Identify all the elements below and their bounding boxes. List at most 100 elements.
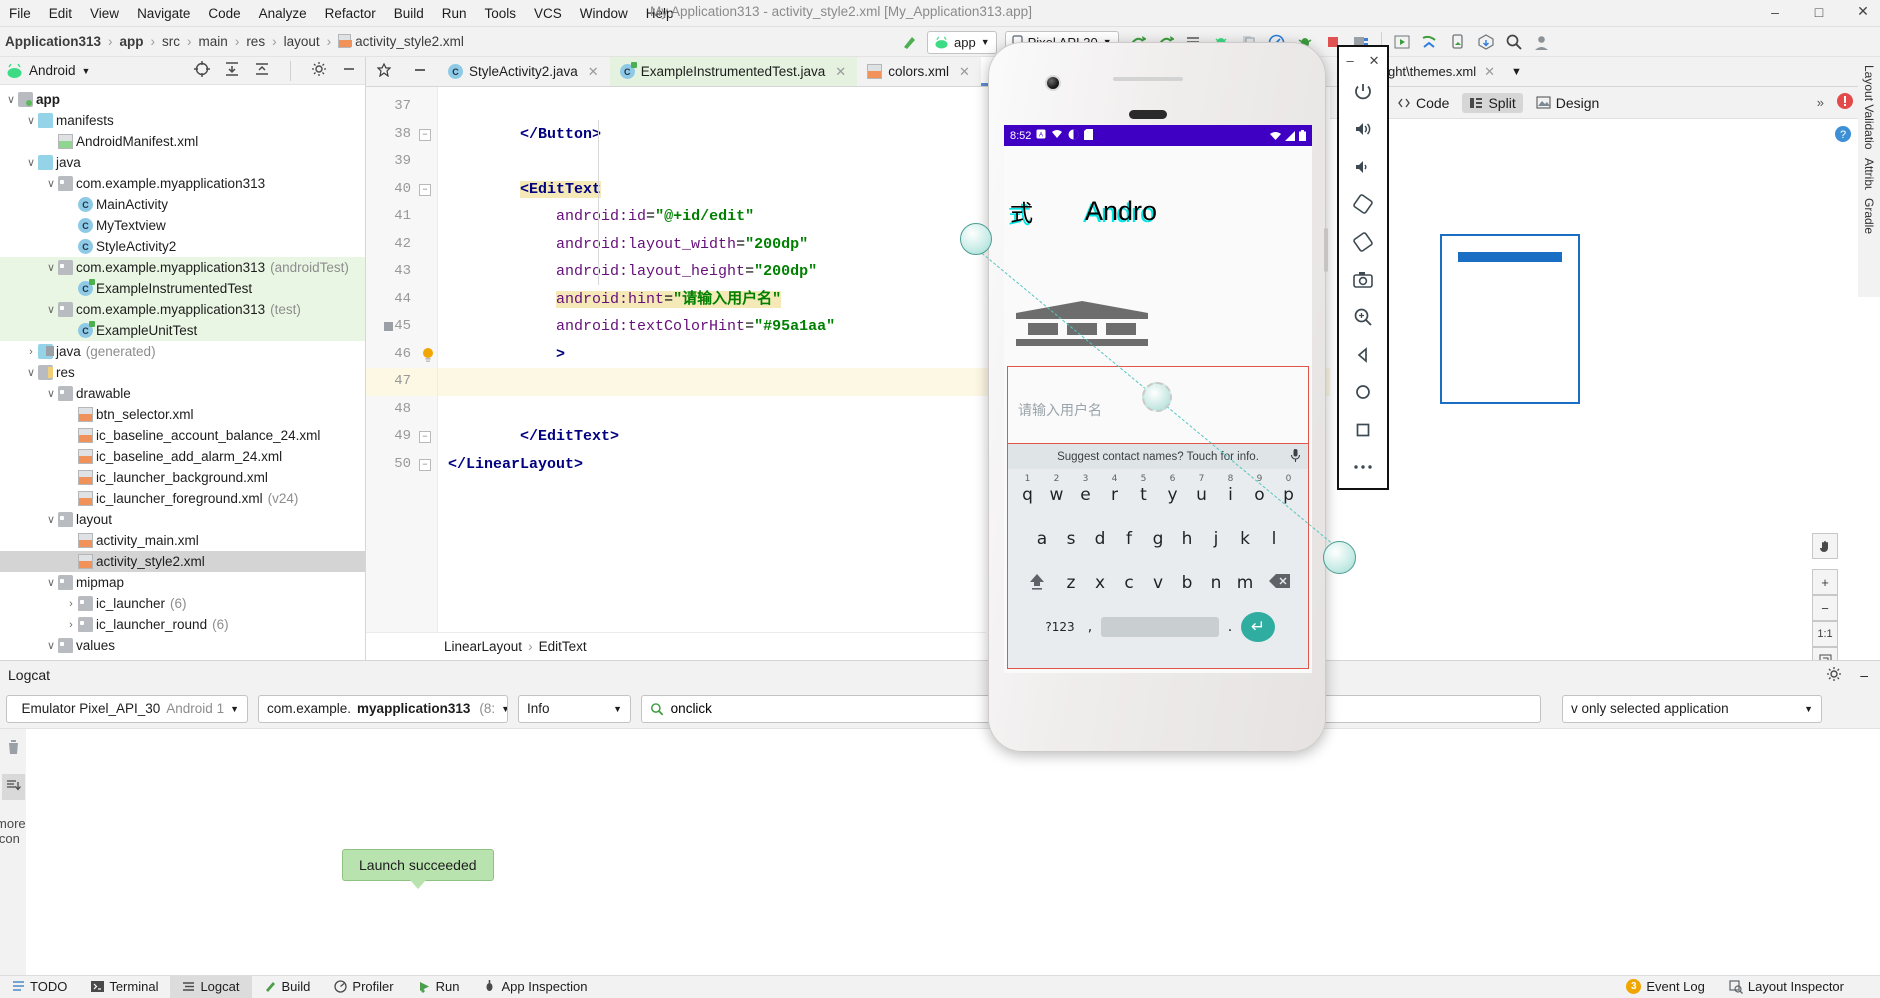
key-r[interactable]: 4r	[1101, 485, 1128, 505]
overflow-icon[interactable]: »	[1817, 95, 1824, 110]
breadcrumb-layout[interactable]: layout	[281, 34, 323, 49]
logcat-process-selector[interactable]: com.example.myapplication313(8: ▼	[258, 695, 508, 723]
zoom-icon[interactable]	[1346, 300, 1380, 334]
tree-item[interactable]: ›ic_launcher_round(6)	[0, 614, 365, 635]
backspace-key[interactable]	[1261, 573, 1299, 593]
project-tree[interactable]: ∨app∨manifestsAndroidManifest.xml∨java∨c…	[0, 85, 365, 657]
tree-item[interactable]: ∨drawable	[0, 383, 365, 404]
statusbar-build[interactable]: Build	[252, 976, 323, 998]
device-manager-icon[interactable]	[1444, 29, 1472, 55]
tree-twisty[interactable]: ∨	[44, 303, 58, 316]
key-z[interactable]: z	[1058, 573, 1085, 593]
collapse-all-icon[interactable]	[254, 61, 270, 80]
minimize-icon[interactable]: –	[1346, 53, 1353, 69]
tree-item[interactable]: activity_main.xml	[0, 530, 365, 551]
rotate-left-icon[interactable]	[1346, 188, 1380, 222]
statusbar-profiler[interactable]: Profiler	[322, 976, 405, 998]
menu-tools[interactable]: Tools	[476, 4, 526, 23]
statusbar-todo[interactable]: TODO	[0, 976, 79, 998]
tree-twisty[interactable]: ∨	[4, 93, 18, 106]
locate-icon[interactable]	[194, 61, 210, 80]
logcat-device-selector[interactable]: Emulator Pixel_API_30 Android 1 ▼	[6, 695, 248, 723]
tree-item[interactable]: ›ic_launcher(6)	[0, 593, 365, 614]
key-h[interactable]: h	[1174, 529, 1201, 549]
breadcrumb-src[interactable]: src	[159, 34, 183, 49]
zoom-in-button[interactable]: +	[1812, 569, 1838, 595]
symbols-key[interactable]: ?123	[1041, 620, 1079, 634]
key-f[interactable]: f	[1116, 529, 1143, 549]
menu-view[interactable]: View	[81, 4, 128, 23]
tree-item[interactable]: btn_selector.xml	[0, 404, 365, 425]
key-x[interactable]: x	[1087, 573, 1114, 593]
tree-item[interactable]: ic_launcher_background.xml	[0, 467, 365, 488]
tree-twisty[interactable]: ∨	[44, 576, 58, 589]
key-p[interactable]: 0p	[1275, 485, 1302, 505]
expand-all-icon[interactable]	[224, 61, 240, 80]
volume-up-icon[interactable]	[1346, 113, 1380, 147]
tree-item[interactable]: ∨com.example.myapplication313(test)	[0, 299, 365, 320]
key-j[interactable]: j	[1203, 529, 1230, 549]
volume-down-icon[interactable]	[1346, 150, 1380, 184]
breadcrumb-main[interactable]: main	[196, 34, 231, 49]
account-icon[interactable]	[1528, 29, 1556, 55]
key-u[interactable]: 7u	[1188, 485, 1215, 505]
tab-colors-xml[interactable]: colors.xml ✕	[857, 57, 981, 86]
right-rail-gradle[interactable]: Gradle	[1858, 190, 1880, 290]
close-button[interactable]: ✕	[1852, 3, 1874, 20]
tree-item[interactable]: CMyTextview	[0, 215, 365, 236]
structure-crumb-edittext[interactable]: EditText	[539, 639, 587, 654]
tree-item[interactable]: CStyleActivity2	[0, 236, 365, 257]
tree-twisty[interactable]: ∨	[44, 387, 58, 400]
breadcrumb-project[interactable]: Application313	[2, 34, 104, 49]
key-t[interactable]: 5t	[1130, 485, 1157, 505]
key-y[interactable]: 6y	[1159, 485, 1186, 505]
tree-item[interactable]: ∨com.example.myapplication313(androidTes…	[0, 257, 365, 278]
logcat-output[interactable]: Launch succeeded	[26, 729, 1880, 976]
space-key[interactable]	[1101, 617, 1219, 637]
menu-analyze[interactable]: Analyze	[250, 4, 316, 23]
keyboard-row-1[interactable]: 1q2w3e4r5t6y7u8i9o0p	[1008, 473, 1308, 517]
tree-item[interactable]: ic_baseline_account_balance_24.xml	[0, 425, 365, 446]
tree-item[interactable]: CExampleUnitTest	[0, 320, 365, 341]
key-n[interactable]: n	[1203, 573, 1230, 593]
key-k[interactable]: k	[1232, 529, 1259, 549]
design-tab-label[interactable]: night\themes.xml	[1378, 64, 1476, 79]
tree-twisty[interactable]: ∨	[24, 156, 38, 169]
statusbar-run[interactable]: Run	[406, 976, 472, 998]
tree-item[interactable]: AndroidManifest.xml	[0, 131, 365, 152]
keyboard-row-2[interactable]: asdfghjkl	[1008, 517, 1308, 561]
key-b[interactable]: b	[1174, 573, 1201, 593]
tree-item[interactable]: ∨app	[0, 89, 365, 110]
tree-twisty[interactable]: ∨	[44, 513, 58, 526]
tree-twisty[interactable]: ∨	[44, 639, 58, 652]
key-i[interactable]: 8i	[1217, 485, 1244, 505]
key-e[interactable]: 3e	[1072, 485, 1099, 505]
statusbar-layout-inspector[interactable]: Layout Inspector	[1717, 976, 1880, 998]
tree-item[interactable]: ∨java	[0, 152, 365, 173]
chevron-down-icon[interactable]: ▼	[82, 66, 91, 76]
close-icon[interactable]: ✕	[1369, 53, 1380, 69]
minimize-button[interactable]: –	[1764, 4, 1786, 20]
key-a[interactable]: a	[1029, 529, 1056, 549]
gear-icon[interactable]	[311, 61, 327, 80]
keyboard-suggestion-bar[interactable]: Suggest contact names? Touch for info.	[1008, 444, 1308, 469]
fold-toggle-icon[interactable]: −	[419, 431, 431, 443]
key-c[interactable]: c	[1116, 573, 1143, 593]
logcat-level-selector[interactable]: Info ▼	[518, 695, 631, 723]
fold-toggle-icon[interactable]: −	[419, 459, 431, 471]
keyboard-keys[interactable]: 1q2w3e4r5t6y7u8i9o0p asdfghjkl z x c v b…	[1008, 469, 1308, 668]
line-number-gutter[interactable]: 3738−3940−414243444546474849−50−	[366, 87, 438, 660]
tree-twisty[interactable]: ∨	[44, 261, 58, 274]
pin-icon[interactable]	[377, 63, 391, 80]
mode-split[interactable]: Split	[1462, 93, 1522, 113]
fold-toggle-icon[interactable]: −	[419, 129, 431, 141]
emulator-side-button[interactable]	[1324, 228, 1328, 272]
tree-twisty[interactable]: ∨	[24, 366, 38, 379]
tree-item[interactable]: ∨res	[0, 362, 365, 383]
key-s[interactable]: s	[1058, 529, 1085, 549]
minimize-tabs-icon[interactable]	[413, 63, 427, 80]
mode-code[interactable]: Code	[1390, 93, 1456, 113]
screenshot-icon[interactable]	[1346, 263, 1380, 297]
close-icon[interactable]: ✕	[588, 64, 599, 80]
enter-key[interactable]: ↵	[1241, 612, 1275, 642]
